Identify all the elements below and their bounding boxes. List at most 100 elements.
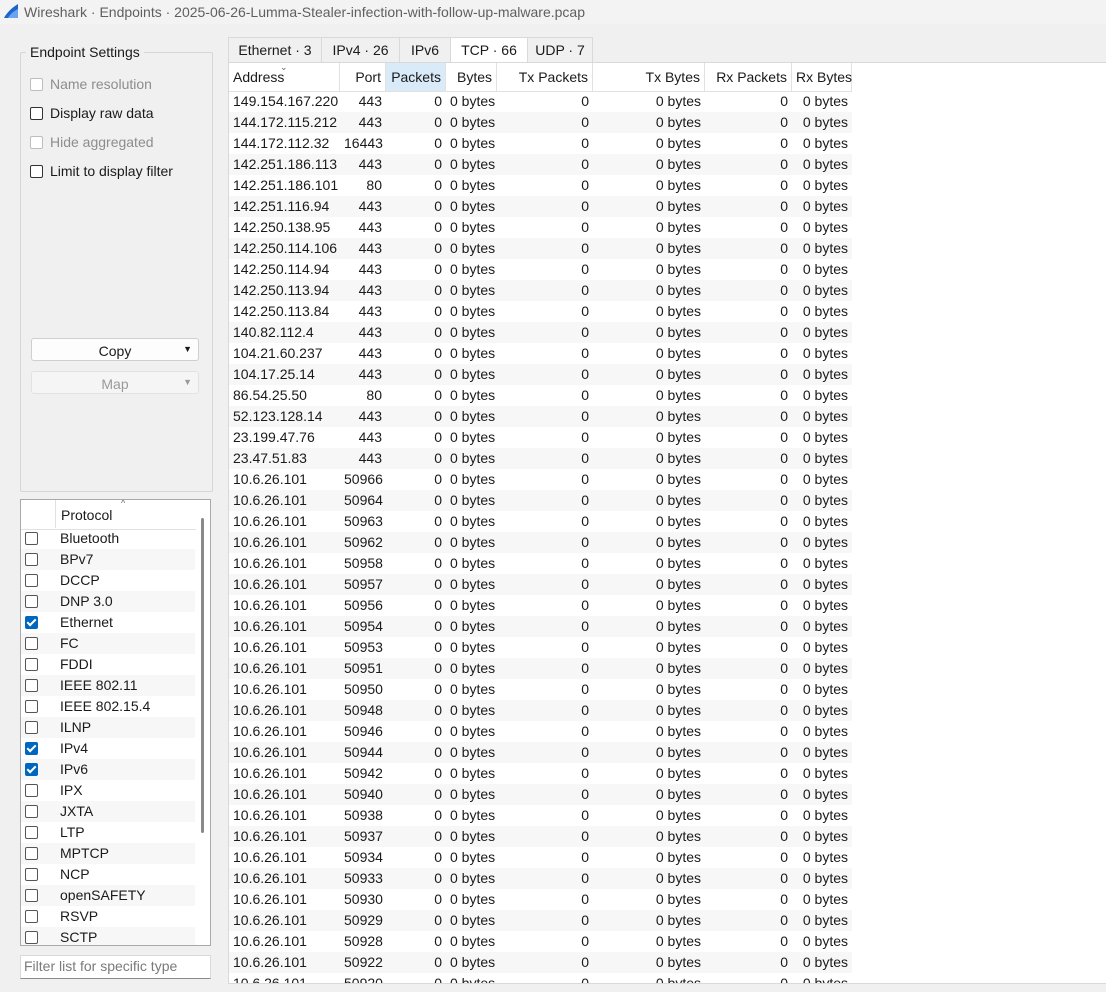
table-row[interactable]: 10.6.26.101 50938 0 0 bytes 0 0 bytes 0 0 bytes (229, 805, 852, 826)
protocol-row[interactable]: NCP (21, 864, 195, 885)
table-row[interactable]: 86.54.25.50 80 0 0 bytes 0 0 bytes 0 0 bytes (229, 385, 852, 406)
table-row[interactable]: 10.6.26.101 50929 0 0 bytes 0 0 bytes 0 0 bytes (229, 910, 852, 931)
table-row[interactable]: 10.6.26.101 50920 0 0 bytes 0 0 bytes 0 0 bytes (229, 973, 852, 983)
protocol-row[interactable]: DCCP (21, 570, 195, 591)
table-row[interactable]: 10.6.26.101 50934 0 0 bytes 0 0 bytes 0 0 bytes (229, 847, 852, 868)
name-resolution-checkbox[interactable]: Name resolution (30, 75, 152, 93)
protocol-row[interactable]: LTP (21, 822, 195, 843)
table-row[interactable]: 10.6.26.101 50950 0 0 bytes 0 0 bytes 0 0 bytes (229, 679, 852, 700)
hide-aggregated-checkbox[interactable]: Hide aggregated (30, 133, 154, 151)
protocol-checkbox[interactable] (25, 805, 38, 818)
protocol-row[interactable]: ILNP (21, 717, 195, 738)
protocol-checkbox[interactable] (25, 742, 38, 755)
protocol-row[interactable]: BPv7 (21, 549, 195, 570)
table-row[interactable]: 10.6.26.101 50954 0 0 bytes 0 0 bytes 0 0 bytes (229, 616, 852, 637)
protocol-row[interactable]: FDDI (21, 654, 195, 675)
protocol-checkbox[interactable] (25, 679, 38, 692)
column-header-rx-bytes[interactable]: Rx Bytes (792, 63, 852, 91)
protocol-row[interactable]: openSAFETY (21, 885, 195, 906)
table-row[interactable]: 10.6.26.101 50964 0 0 bytes 0 0 bytes 0 0 bytes (229, 490, 852, 511)
table-row[interactable]: 142.250.113.84 443 0 0 bytes 0 0 bytes 0 0 byte… (229, 301, 852, 322)
table-row[interactable]: 142.250.114.106 443 0 0 bytes 0 0 bytes 0 0 byt… (229, 238, 852, 259)
table-row[interactable]: 142.251.186.101 80 0 0 bytes 0 0 bytes 0 0 byte… (229, 175, 852, 196)
table-row[interactable]: 10.6.26.101 50966 0 0 bytes 0 0 bytes 0 0 bytes (229, 469, 852, 490)
protocol-checkbox[interactable] (25, 910, 38, 923)
protocol-row[interactable]: DNP 3.0 (21, 591, 195, 612)
protocol-row[interactable]: IEEE 802.15.4 (21, 696, 195, 717)
protocol-checkbox[interactable] (25, 616, 38, 629)
protocol-checkbox[interactable] (25, 658, 38, 671)
protocol-row[interactable]: Bluetooth (21, 528, 195, 549)
protocol-checkbox[interactable] (25, 532, 38, 545)
table-row[interactable]: 104.21.60.237 443 0 0 bytes 0 0 bytes 0 0 bytes (229, 343, 852, 364)
table-row[interactable]: 10.6.26.101 50944 0 0 bytes 0 0 bytes 0 0 bytes (229, 742, 852, 763)
table-row[interactable]: 142.251.116.94 443 0 0 bytes 0 0 bytes 0 0 byte… (229, 196, 852, 217)
table-row[interactable]: 144.172.112.32 16443 0 0 bytes 0 0 bytes 0 0 by… (229, 133, 852, 154)
protocol-row[interactable]: JXTA (21, 801, 195, 822)
table-row[interactable]: 52.123.128.14 443 0 0 bytes 0 0 bytes 0 0 bytes (229, 406, 852, 427)
protocol-list-scrollbar[interactable] (201, 518, 204, 833)
protocol-checkbox[interactable] (25, 763, 38, 776)
table-row[interactable]: 144.172.115.212 443 0 0 bytes 0 0 bytes 0 0 byt… (229, 112, 852, 133)
protocol-row[interactable]: MPTCP (21, 843, 195, 864)
display-raw-data-checkbox[interactable]: Display raw data (30, 104, 154, 122)
tab-ethernet[interactable]: Ethernet · 3 (228, 37, 322, 62)
table-row[interactable]: 23.47.51.83 443 0 0 bytes 0 0 bytes 0 0 bytes (229, 448, 852, 469)
table-row[interactable]: 10.6.26.101 50946 0 0 bytes 0 0 bytes 0 0 bytes (229, 721, 852, 742)
table-row[interactable]: 10.6.26.101 50922 0 0 bytes 0 0 bytes 0 0 bytes (229, 952, 852, 973)
limit-to-display-filter-checkbox[interactable]: Limit to display filter (30, 162, 173, 180)
table-row[interactable]: 10.6.26.101 50937 0 0 bytes 0 0 bytes 0 0 bytes (229, 826, 852, 847)
protocol-header-label[interactable]: Protocol (61, 507, 112, 523)
protocol-checkbox[interactable] (25, 868, 38, 881)
protocol-row[interactable]: IPv6 (21, 759, 195, 780)
tab-ipv6[interactable]: IPv6 (399, 37, 451, 62)
table-row[interactable]: 10.6.26.101 50928 0 0 bytes 0 0 bytes 0 0 bytes (229, 931, 852, 952)
column-header-tx-bytes[interactable]: Tx Bytes (593, 63, 705, 91)
protocol-checkbox[interactable] (25, 700, 38, 713)
protocol-filter-field[interactable] (20, 955, 211, 979)
protocol-row[interactable]: IEEE 802.11 (21, 675, 195, 696)
protocol-row[interactable]: FC (21, 633, 195, 654)
table-row[interactable]: 104.17.25.14 443 0 0 bytes 0 0 bytes 0 0 bytes (229, 364, 852, 385)
map-button[interactable]: Map ▼ (31, 371, 199, 394)
table-row[interactable]: 10.6.26.101 50957 0 0 bytes 0 0 bytes 0 0 bytes (229, 574, 852, 595)
protocol-row[interactable]: IPv4 (21, 738, 195, 759)
protocol-filter-input[interactable] (21, 956, 207, 976)
protocol-row[interactable]: Ethernet (21, 612, 195, 633)
protocol-checkbox[interactable] (25, 595, 38, 608)
tab-udp[interactable]: UDP · 7 (527, 37, 593, 62)
column-header-port[interactable]: Port (340, 63, 386, 91)
table-row[interactable]: 142.250.114.94 443 0 0 bytes 0 0 bytes 0 0 byte… (229, 259, 852, 280)
endpoints-table[interactable]: Address ⌄ Port Packets Bytes Tx Packets Tx Byt… (228, 62, 1106, 984)
protocol-row[interactable]: IPX (21, 780, 195, 801)
table-row[interactable]: 140.82.112.4 443 0 0 bytes 0 0 bytes 0 0 bytes (229, 322, 852, 343)
column-header-rx-packets[interactable]: Rx Packets (705, 63, 792, 91)
table-row[interactable]: 10.6.26.101 50963 0 0 bytes 0 0 bytes 0 0 bytes (229, 511, 852, 532)
protocol-checkbox[interactable] (25, 721, 38, 734)
table-row[interactable]: 142.251.186.113 443 0 0 bytes 0 0 bytes 0 0 byt… (229, 154, 852, 175)
protocol-row[interactable]: SCTP (21, 927, 195, 945)
copy-button[interactable]: Copy ▼ (31, 338, 199, 361)
column-header-bytes[interactable]: Bytes (446, 63, 497, 91)
table-row[interactable]: 10.6.26.101 50948 0 0 bytes 0 0 bytes 0 0 bytes (229, 700, 852, 721)
column-header-packets[interactable]: Packets (386, 63, 446, 91)
table-row[interactable]: 10.6.26.101 50962 0 0 bytes 0 0 bytes 0 0 bytes (229, 532, 852, 553)
table-row[interactable]: 10.6.26.101 50956 0 0 bytes 0 0 bytes 0 0 bytes (229, 595, 852, 616)
protocol-list[interactable]: Protocol ^ Bluetooth BPv7 DCCP DNP 3.0 Ether… (20, 499, 211, 946)
column-header-address[interactable]: Address ⌄ (229, 63, 340, 91)
protocol-row[interactable]: RSVP (21, 906, 195, 927)
protocol-checkbox[interactable] (25, 889, 38, 902)
tab-tcp[interactable]: TCP · 66 (450, 37, 528, 63)
column-header-tx-packets[interactable]: Tx Packets (497, 63, 593, 91)
protocol-checkbox[interactable] (25, 553, 38, 566)
table-row[interactable]: 10.6.26.101 50953 0 0 bytes 0 0 bytes 0 0 bytes (229, 637, 852, 658)
tab-ipv4[interactable]: IPv4 · 26 (321, 37, 400, 62)
table-row[interactable]: 10.6.26.101 50958 0 0 bytes 0 0 bytes 0 0 bytes (229, 553, 852, 574)
table-row[interactable]: 10.6.26.101 50951 0 0 bytes 0 0 bytes 0 0 bytes (229, 658, 852, 679)
protocol-checkbox[interactable] (25, 637, 38, 650)
table-row[interactable]: 10.6.26.101 50933 0 0 bytes 0 0 bytes 0 0 bytes (229, 868, 852, 889)
table-row[interactable]: 23.199.47.76 443 0 0 bytes 0 0 bytes 0 0 bytes (229, 427, 852, 448)
table-row[interactable]: 10.6.26.101 50942 0 0 bytes 0 0 bytes 0 0 bytes (229, 763, 852, 784)
protocol-checkbox[interactable] (25, 784, 38, 797)
protocol-checkbox[interactable] (25, 574, 38, 587)
